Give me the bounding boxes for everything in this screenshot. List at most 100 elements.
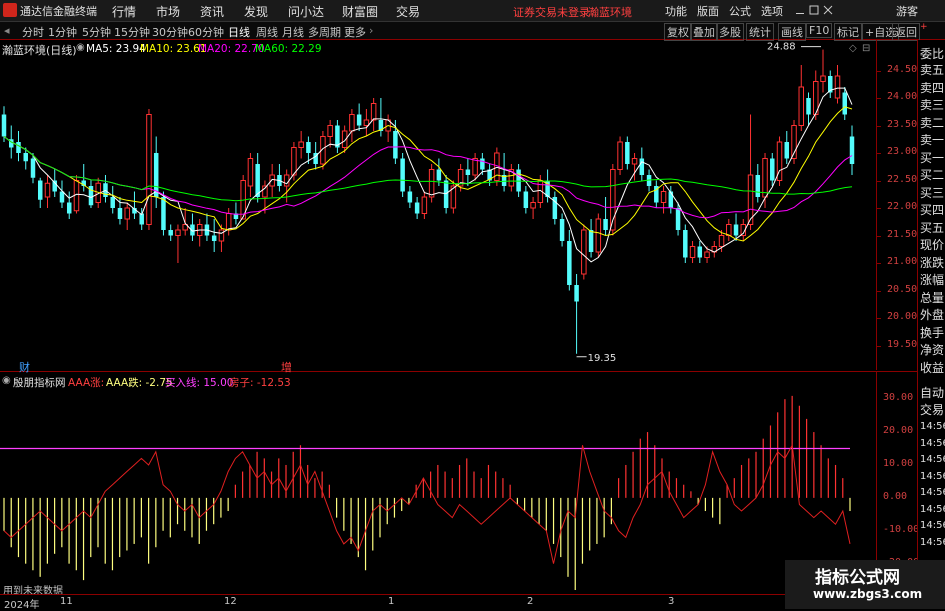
indicator-tick: 30.00: [883, 392, 914, 404]
btn-tongji[interactable]: 统计: [746, 23, 774, 41]
login-warning[interactable]: 证券交易未登录: [513, 4, 590, 20]
menu-hangqing[interactable]: 行情: [112, 3, 136, 20]
candle-down: [306, 142, 311, 153]
menu-shichang[interactable]: 市场: [156, 3, 180, 20]
btn-fanhui[interactable]: 返回: [892, 23, 920, 41]
menu-gongshi[interactable]: 公式: [729, 3, 751, 19]
candle-up: [298, 141, 304, 148]
candle-down: [117, 208, 123, 219]
quote-field-label: 卖三: [920, 98, 945, 112]
quote-field-label: 收益: [920, 360, 945, 375]
menu-caifuquan[interactable]: 财富圈: [342, 3, 378, 20]
price-tick: 22.50: [887, 173, 918, 185]
main-price-axis: 24.50 24.00 23.50 23.00 22.50 22.00 21.50 21.00…: [876, 40, 917, 370]
back-arrow-icon[interactable]: ◂: [4, 24, 10, 37]
more-chevron-icon[interactable]: ›: [369, 24, 373, 37]
right-quote-panel: 委比 卖五 卖四 卖三 卖二 卖一 买一 买二 买三 买四 买五 现价 涨跌 涨幅 总量 外盘 换手 净资 收益 …: [917, 40, 945, 609]
ma60-line: [3, 136, 853, 202]
period-toolbar: ◂ 分时 1分钟 5分钟 15分钟 30分钟 60分钟 日线 周线 月线 多周期…: [0, 22, 945, 41]
candle-up: [428, 169, 435, 198]
window-controls[interactable]: [796, 5, 836, 17]
candle-down: [516, 169, 521, 192]
period-5min[interactable]: 5分钟: [82, 24, 111, 40]
house-line: [3, 443, 851, 564]
quote-field-label: 卖二: [920, 115, 945, 130]
period-more[interactable]: 更多: [344, 24, 366, 40]
candle-down: [668, 191, 674, 208]
candle-down: [755, 175, 761, 197]
candle-down: [806, 98, 811, 115]
price-tick: 22.00: [887, 201, 918, 212]
watermark: 指标公式网 www.zbgs3.com: [785, 560, 945, 609]
price-tick-mark: [877, 235, 881, 237]
candle-up: [327, 125, 333, 137]
menu-xuanxiang[interactable]: 选项: [761, 3, 783, 19]
period-60min[interactable]: 60分钟: [188, 24, 224, 40]
candle-up: [820, 75, 826, 82]
candle-down: [1, 114, 7, 137]
quote-field-label: 涨跌: [920, 255, 945, 270]
btn-f10[interactable]: F10: [806, 23, 833, 38]
candle-down: [436, 169, 442, 181]
maximize-icon: [809, 5, 819, 15]
btn-huaxian[interactable]: 画线: [778, 23, 806, 41]
menu-gongneng[interactable]: 功能: [665, 3, 687, 19]
menu-jiaoyi[interactable]: 交易: [396, 3, 420, 20]
period-1min[interactable]: 1分钟: [48, 24, 77, 40]
quote-field-label: 卖一: [920, 133, 945, 147]
price-tick: 20.50: [887, 283, 918, 295]
candle-down: [697, 246, 703, 258]
auto-label[interactable]: 自动: [920, 387, 944, 400]
period-weekly[interactable]: 周线: [256, 24, 278, 40]
btn-diejia[interactable]: 叠加: [690, 23, 718, 41]
candle-up: [798, 86, 805, 126]
btn-fuquan[interactable]: 复权: [664, 23, 692, 41]
ma10-line: [3, 106, 853, 242]
candle-up: [530, 202, 536, 209]
menu-wenxiaoda[interactable]: 问小达: [288, 3, 324, 20]
tick-time: 14:56: [920, 487, 945, 498]
trade-label[interactable]: 交易: [920, 404, 944, 417]
candle-up: [175, 229, 181, 236]
period-15min[interactable]: 15分钟: [114, 24, 150, 40]
minimize-icon: [796, 13, 804, 14]
price-tick: 21.50: [887, 228, 918, 240]
period-monthly[interactable]: 月线: [282, 24, 304, 40]
app-title: 通达信金融终端: [20, 5, 97, 18]
month-label-2: 2: [527, 596, 534, 607]
guest-user[interactable]: 游客: [896, 3, 918, 19]
period-multi[interactable]: 多周期: [308, 24, 341, 40]
period-daily[interactable]: 日线: [228, 24, 250, 40]
quote-field-label: 卖五: [920, 63, 945, 77]
period-fenshi[interactable]: 分时: [22, 24, 44, 40]
indicator-chart[interactable]: [0, 372, 876, 594]
candlestick-chart[interactable]: 24.88 19.35: [0, 40, 916, 370]
btn-biaoji[interactable]: 标记: [834, 23, 862, 41]
marker-cai[interactable]: 财: [19, 359, 30, 375]
low-price-label: 19.35: [588, 353, 617, 364]
price-tick: 23.00: [887, 146, 918, 157]
candle-up: [124, 207, 130, 220]
candle-down: [625, 142, 630, 164]
candle-down: [30, 158, 36, 178]
marker-zeng[interactable]: 增: [281, 359, 292, 375]
menu-faxian[interactable]: 发现: [244, 3, 268, 20]
weibi-label: 委比: [920, 47, 945, 61]
price-tick-mark: [877, 125, 881, 127]
candle-down: [588, 230, 594, 252]
candle-down: [465, 169, 471, 175]
tick-time: 14:56: [920, 536, 945, 548]
tick-time: 14:56: [920, 470, 945, 482]
period-30min[interactable]: 30分钟: [152, 24, 188, 40]
candle-down: [414, 202, 420, 214]
tick-time: 14:56: [920, 520, 945, 531]
btn-duogu[interactable]: 多股: [716, 23, 744, 41]
candle-down: [559, 219, 565, 241]
quote-field-label: 外盘: [920, 308, 945, 322]
candle-up: [363, 119, 370, 126]
menu-zixun[interactable]: 资讯: [200, 3, 224, 20]
candle-up: [472, 158, 478, 176]
indicator-tick: -10.00: [883, 523, 920, 535]
ma5-line: [3, 87, 853, 263]
menu-banmian[interactable]: 版面: [697, 3, 719, 19]
